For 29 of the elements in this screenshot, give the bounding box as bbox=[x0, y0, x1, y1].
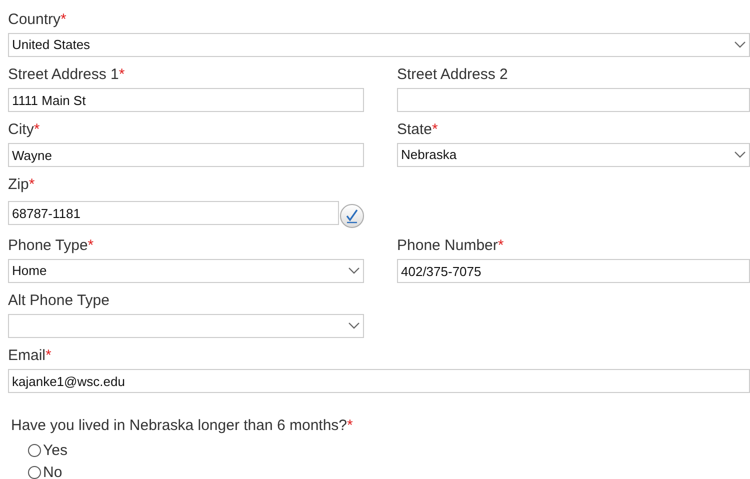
chevron-down-icon bbox=[734, 151, 746, 159]
field-label: Phone Number* bbox=[397, 237, 504, 255]
field-label: Phone Type* bbox=[8, 237, 94, 255]
select-field[interactable] bbox=[8, 314, 364, 338]
chevron-down-icon bbox=[734, 41, 746, 49]
input-field[interactable] bbox=[397, 88, 750, 112]
radio-option[interactable]: No bbox=[28, 462, 62, 479]
input-field[interactable]: kajanke1@wsc.edu bbox=[8, 369, 750, 393]
radio-option[interactable]: Yes bbox=[28, 440, 68, 462]
validate-button[interactable] bbox=[340, 204, 364, 228]
field-label: Country* bbox=[8, 11, 66, 29]
field-label: Zip* bbox=[8, 176, 35, 194]
field-label: Street Address 2 bbox=[397, 66, 508, 84]
field-label: Street Address 1* bbox=[8, 66, 125, 84]
field-label: Alt Phone Type bbox=[8, 292, 110, 310]
input-field[interactable]: Wayne bbox=[8, 143, 364, 167]
select-field[interactable]: United States bbox=[8, 33, 750, 57]
field-label: Email* bbox=[8, 347, 52, 365]
input-field[interactable]: 402/375-7075 bbox=[397, 259, 750, 283]
field-label: State* bbox=[397, 121, 438, 139]
field-label: City* bbox=[8, 121, 40, 139]
chevron-down-icon bbox=[348, 322, 360, 330]
input-field[interactable]: 1111 Main St bbox=[8, 88, 364, 112]
chevron-down-icon bbox=[348, 267, 360, 275]
select-field[interactable]: Home bbox=[8, 259, 364, 283]
checkmark-icon bbox=[344, 208, 360, 224]
input-field[interactable]: 68787-1181 bbox=[8, 201, 339, 225]
field-label: Have you lived in Nebraska longer than 6 months?* bbox=[11, 416, 353, 436]
select-field[interactable]: Nebraska bbox=[397, 143, 750, 167]
